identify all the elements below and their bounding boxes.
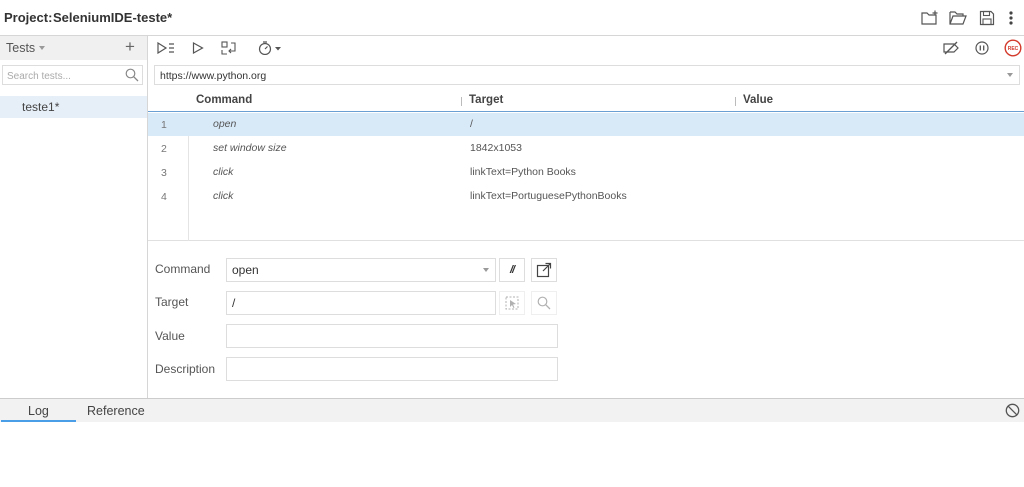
pause-on-exceptions-icon[interactable]	[971, 38, 993, 58]
row-command: click	[213, 190, 234, 202]
row-command: open	[213, 118, 237, 130]
comment-toggle-button[interactable]: //	[499, 258, 525, 282]
table-row[interactable]: 1 open /	[148, 113, 1024, 136]
row-command: click	[213, 166, 234, 178]
select-element-icon	[505, 296, 519, 310]
value-label: Value	[155, 329, 185, 343]
project-label: Project:	[4, 10, 53, 25]
row-number: 3	[161, 167, 167, 179]
commands-table-header: Command Target Value	[148, 90, 1024, 112]
base-url-input[interactable]	[155, 67, 975, 85]
row-target: linkText=Python Books	[470, 166, 576, 178]
project-name[interactable]: SeleniumIDE-teste*	[53, 10, 172, 25]
bottom-panel-tabs: Log Reference	[0, 398, 1024, 422]
open-reference-button[interactable]	[531, 258, 557, 282]
description-label: Description	[155, 362, 216, 376]
record-label: REC	[1008, 46, 1019, 52]
column-divider[interactable]	[461, 97, 462, 106]
command-label: Command	[155, 262, 211, 276]
row-number: 1	[161, 119, 167, 131]
search-icon	[125, 68, 139, 87]
column-divider[interactable]	[735, 97, 736, 106]
clear-log-icon[interactable]	[1005, 403, 1020, 423]
value-field[interactable]	[226, 324, 558, 348]
project-header: Project: SeleniumIDE-teste*	[0, 0, 1024, 36]
row-command: set window size	[213, 142, 287, 154]
description-field[interactable]	[226, 357, 558, 381]
test-item-label: teste1*	[22, 100, 60, 114]
row-target: 1842x1053	[470, 142, 522, 154]
column-header-command: Command	[196, 94, 253, 106]
disable-breakpoints-icon[interactable]	[940, 38, 962, 58]
chevron-down-icon[interactable]	[1007, 73, 1013, 77]
tab-log[interactable]: Log	[28, 404, 49, 418]
row-target: linkText=PortuguesePythonBooks	[470, 190, 627, 202]
table-row[interactable]: 2 set window size 1842x1053	[148, 137, 1024, 160]
select-target-button[interactable]	[499, 291, 525, 315]
save-project-icon[interactable]	[977, 8, 997, 28]
search-tests-input[interactable]	[3, 67, 121, 86]
test-item[interactable]: teste1*	[0, 96, 147, 118]
target-input[interactable]	[227, 292, 495, 314]
search-icon	[537, 296, 551, 310]
target-label: Target	[155, 295, 189, 309]
chevron-down-icon[interactable]	[483, 268, 489, 272]
value-input[interactable]	[227, 325, 557, 347]
tests-sidebar: Tests + teste1*	[0, 36, 148, 398]
command-input[interactable]	[227, 259, 495, 281]
chevron-down-icon[interactable]	[39, 46, 45, 50]
new-project-icon[interactable]	[920, 8, 940, 28]
find-target-button[interactable]	[531, 291, 557, 315]
selenium-ide-window: Project: SeleniumIDE-teste* Tests + t	[0, 0, 1024, 487]
run-all-tests-icon[interactable]	[155, 38, 177, 58]
search-tests-box[interactable]	[2, 65, 143, 87]
column-header-value: Value	[743, 94, 774, 106]
row-target: /	[470, 118, 473, 130]
table-row[interactable]: 3 click linkText=Python Books	[148, 161, 1024, 184]
tab-reference[interactable]: Reference	[87, 404, 145, 418]
column-header-target: Target	[469, 94, 504, 106]
test-speed-icon[interactable]	[255, 38, 285, 58]
command-field[interactable]	[226, 258, 496, 282]
row-number: 4	[161, 191, 167, 203]
base-url-bar[interactable]	[154, 65, 1020, 85]
more-options-icon[interactable]	[1001, 8, 1021, 28]
tests-dropdown-label[interactable]: Tests	[6, 41, 35, 55]
open-project-icon[interactable]	[948, 8, 968, 28]
external-link-icon	[536, 262, 552, 278]
commands-table-body: 1 open / 2 set window size 1842x1053 3 c…	[148, 113, 1024, 241]
run-current-test-icon[interactable]	[187, 38, 209, 58]
table-row[interactable]: 4 click linkText=PortuguesePythonBooks	[148, 185, 1024, 208]
comment-icon: //	[509, 264, 515, 276]
active-tab-indicator	[1, 420, 76, 422]
target-field[interactable]	[226, 291, 496, 315]
description-input[interactable]	[227, 358, 557, 380]
row-number: 2	[161, 143, 167, 155]
tests-dropdown-header[interactable]: Tests +	[0, 36, 147, 60]
add-test-icon[interactable]: +	[125, 38, 135, 56]
step-over-icon[interactable]	[218, 38, 240, 58]
record-icon[interactable]: REC	[1002, 38, 1024, 58]
